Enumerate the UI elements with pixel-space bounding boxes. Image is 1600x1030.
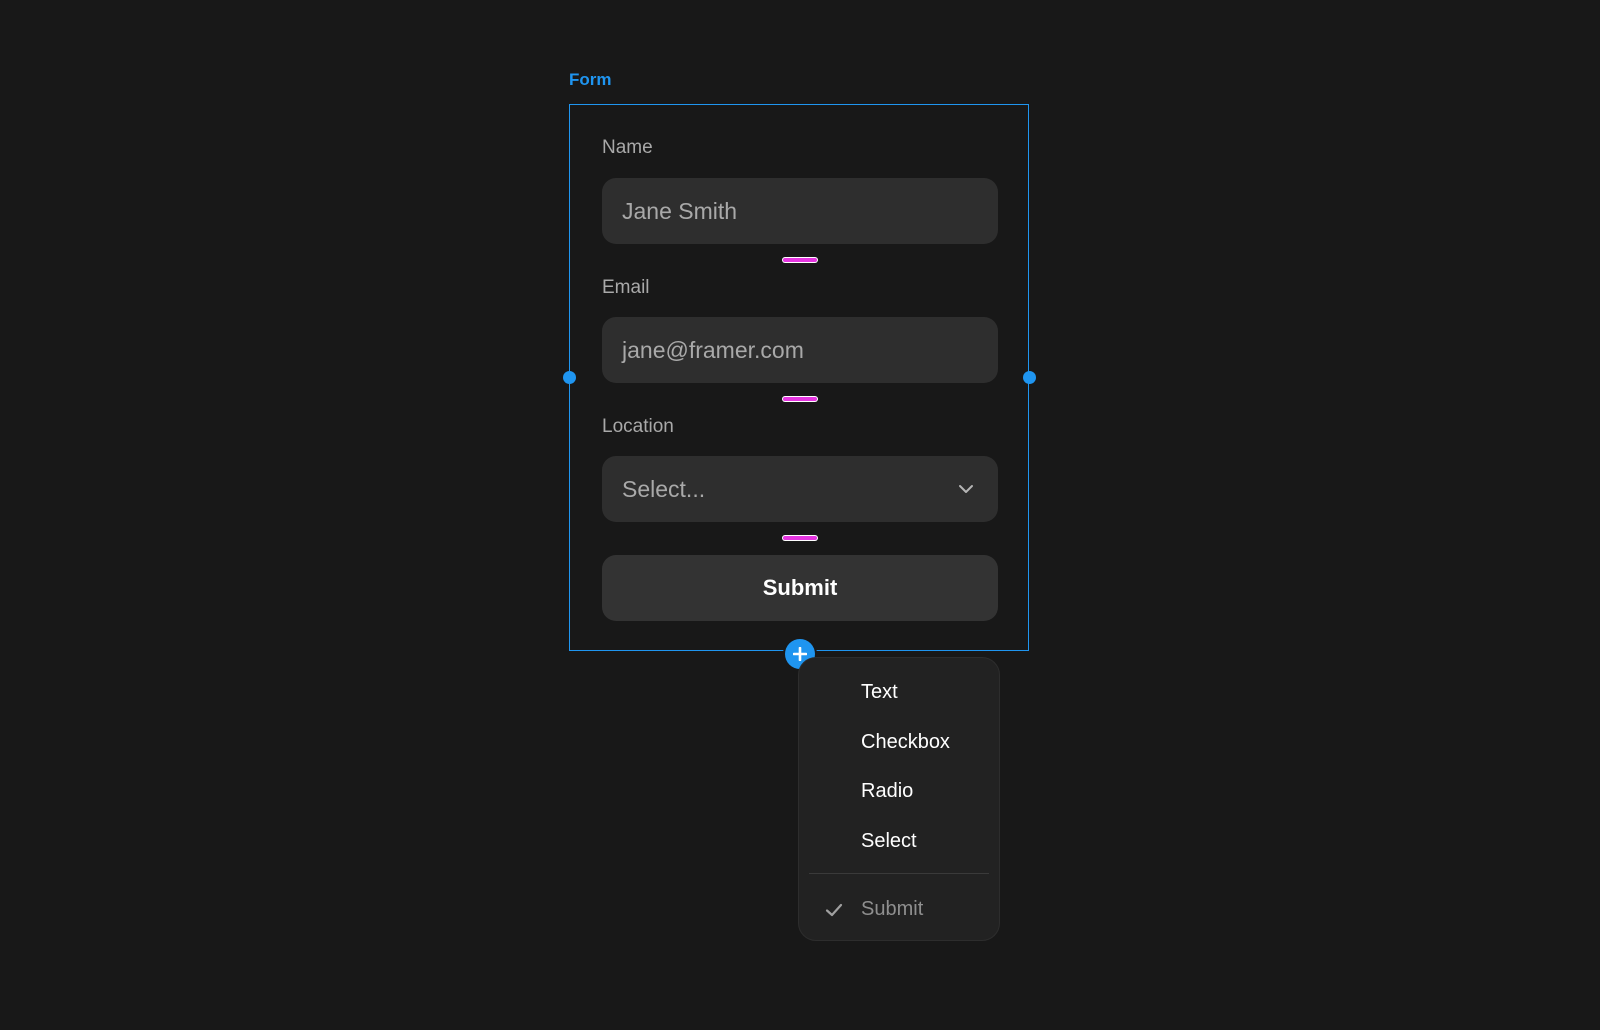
menu-item-submit[interactable]: Submit: [861, 898, 923, 921]
chevron-down-icon: [959, 485, 973, 493]
name-label: Name: [602, 137, 653, 158]
plus-icon: [793, 647, 807, 661]
menu-item-radio[interactable]: Radio: [861, 780, 913, 803]
gap-marker[interactable]: [783, 258, 817, 262]
check-icon: [825, 903, 843, 917]
gap-marker[interactable]: [783, 397, 817, 401]
frame-label[interactable]: Form: [569, 70, 612, 90]
gap-marker[interactable]: [783, 536, 817, 540]
submit-button[interactable]: Submit: [602, 555, 998, 621]
menu-item-checkbox[interactable]: Checkbox: [861, 731, 950, 754]
resize-handle-right[interactable]: [1023, 371, 1036, 384]
location-select-placeholder: Select...: [622, 475, 706, 502]
design-canvas[interactable]: Form Name Jane Smith Email jane@framer.c…: [0, 0, 1600, 1030]
location-select[interactable]: Select...: [602, 456, 998, 522]
email-label: Email: [602, 277, 650, 298]
resize-handle-left[interactable]: [563, 371, 576, 384]
menu-divider: [809, 873, 989, 874]
email-input-placeholder: jane@framer.com: [622, 336, 804, 363]
add-field-menu: Text Checkbox Radio Select Submit: [798, 657, 1000, 941]
name-input-placeholder: Jane Smith: [622, 197, 738, 224]
name-input[interactable]: Jane Smith: [602, 178, 998, 244]
menu-item-select[interactable]: Select: [861, 830, 917, 853]
menu-item-text[interactable]: Text: [861, 681, 898, 704]
location-label: Location: [602, 416, 674, 437]
email-input[interactable]: jane@framer.com: [602, 317, 998, 383]
